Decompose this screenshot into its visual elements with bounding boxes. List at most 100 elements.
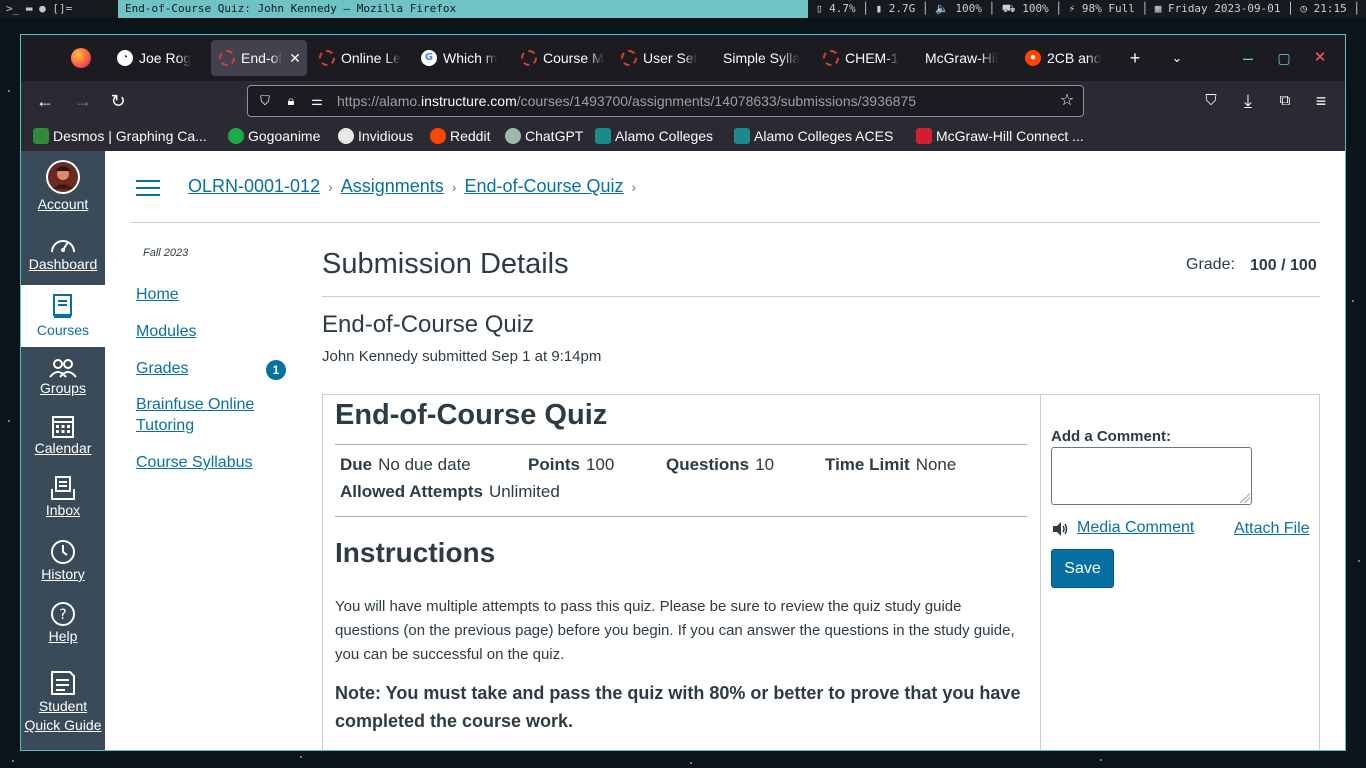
breadcrumb-assignments[interactable]: Assignments: [341, 176, 444, 196]
tab-label: CHEM-1: [845, 50, 899, 66]
tab-joe-rogan[interactable]: ◔ Joe Rog: [109, 40, 207, 76]
bookmark-gogoanime[interactable]: Gogoanime: [228, 121, 320, 151]
grades-badge: 1: [266, 360, 286, 380]
alamo-icon: [595, 128, 611, 144]
url-bar[interactable]: ⛉ 🔒︎ ⚌ https://alamo.instructure.com/cou…: [247, 85, 1084, 117]
tab-chem[interactable]: CHEM-1: [815, 40, 911, 76]
nav-calendar[interactable]: Calendar: [21, 413, 105, 461]
bookmark-chatgpt[interactable]: ChatGPT: [505, 121, 583, 151]
bookmark-alamo-colleges[interactable]: Alamo Colleges: [595, 121, 713, 151]
tab-google-search[interactable]: G Which m: [413, 40, 509, 76]
new-tab-icon[interactable]: +: [1122, 45, 1148, 71]
tab-mcgraw-hill[interactable]: McGraw-Hil: [915, 40, 1011, 76]
bookmark-star-icon[interactable]: ☆: [1058, 92, 1076, 110]
permissions-icon[interactable]: ⚌: [308, 92, 326, 110]
tab-label: Joe Rog: [139, 50, 192, 66]
downloads-icon[interactable]: ⤓: [1234, 87, 1262, 115]
bookmark-reddit[interactable]: Reddit: [430, 121, 490, 151]
pocket-icon[interactable]: ⛉: [1197, 87, 1225, 115]
breadcrumb-quiz[interactable]: End-of-Course Quiz: [464, 176, 623, 196]
tab-reddit[interactable]: ● 2CB and: [1017, 40, 1113, 76]
tab-list-chevron-icon[interactable]: ⌄: [1164, 45, 1190, 71]
bookmark-invidious[interactable]: Invidious: [338, 121, 413, 151]
tab-label: User Set: [643, 50, 698, 66]
firefox-icon[interactable]: [71, 48, 91, 68]
global-navigation: Account Dashboard Courses Groups Calenda…: [21, 151, 105, 750]
comments-panel: Add a Comment: Media Comment Attach File…: [1040, 394, 1320, 750]
header-divider: [130, 222, 1320, 223]
bookmark-desmos[interactable]: Desmos | Graphing Ca...: [33, 121, 207, 151]
nav-inbox[interactable]: Inbox: [21, 475, 105, 523]
tab-end-of-course[interactable]: End-of ✕: [211, 40, 307, 76]
close-window-icon[interactable]: ✕: [1307, 45, 1333, 71]
canvas-icon: [219, 50, 235, 66]
calendar-icon: [52, 416, 74, 438]
tab-label: Simple Sylla: [723, 50, 801, 66]
nav-dashboard[interactable]: Dashboard: [21, 233, 105, 275]
shield-icon[interactable]: ⛉: [256, 92, 274, 110]
bookmark-mcgraw-hill[interactable]: McGraw-Hill Connect ...: [916, 121, 1084, 151]
resize-grip-icon[interactable]: [1240, 493, 1250, 503]
nav-student-quick-guide[interactable]: Student Quick Guide: [21, 667, 105, 739]
active-window-title: End-of-Course Quiz: John Kennedy — Mozil…: [118, 0, 808, 18]
instructions-heading: Instructions: [335, 537, 496, 568]
grade-label: Grade:: [1186, 256, 1235, 273]
course-nav-modules[interactable]: Modules: [136, 321, 286, 342]
canvas-icon: [621, 50, 637, 66]
maximize-icon[interactable]: ▢: [1271, 45, 1297, 71]
minimize-icon[interactable]: –: [1235, 45, 1261, 71]
hamburger-menu-icon[interactable]: [136, 180, 160, 198]
back-icon[interactable]: ←: [31, 87, 59, 115]
help-icon: ?: [51, 602, 75, 626]
close-tab-icon[interactable]: ✕: [287, 40, 303, 76]
nav-groups[interactable]: Groups: [21, 357, 105, 399]
forward-icon[interactable]: →: [69, 87, 97, 115]
nav-account[interactable]: Account: [21, 159, 105, 217]
bookmark-alamo-aces[interactable]: Alamo Colleges ACES: [734, 121, 893, 151]
nav-courses[interactable]: Courses: [21, 285, 105, 347]
attach-file-link[interactable]: Attach File: [1234, 520, 1310, 538]
course-nav-brainfuse[interactable]: Brainfuse Online Tutoring: [136, 394, 286, 436]
workspace-indicators[interactable]: >_ ▬ ● []=: [6, 2, 72, 16]
reload-icon[interactable]: ↻: [104, 87, 132, 115]
nav-help[interactable]: ? Help: [21, 601, 105, 649]
tab-course-modules[interactable]: Course M: [513, 40, 609, 76]
page-title: Submission Details: [322, 248, 569, 280]
svg-text:?: ?: [59, 607, 66, 623]
nav-label: Account: [37, 196, 89, 212]
canvas-icon: [521, 50, 537, 66]
chevron-right-icon: ›: [328, 179, 333, 195]
chatgpt-icon: [505, 128, 521, 144]
breadcrumb-course[interactable]: OLRN-0001-012: [188, 176, 320, 196]
course-nav-grades[interactable]: Grades: [136, 358, 286, 379]
comment-textarea[interactable]: [1051, 447, 1252, 505]
quiz-meta-divider: [335, 516, 1027, 517]
groups-icon: [49, 359, 77, 378]
quiz-time-limit: Time Limit None: [825, 455, 957, 474]
url-text: https://alamo.instructure.com/courses/14…: [337, 93, 917, 109]
nav-history[interactable]: History: [21, 539, 105, 587]
system-status: ▯ 4.7% │ ▮ 2.7G │ 🔈 100% │ ⛟ 100% │ ⚡ 98…: [815, 2, 1360, 15]
term-label: Fall 2023: [143, 247, 189, 259]
system-bar: >_ ▬ ● []= End-of-Course Quiz: John Kenn…: [0, 0, 1366, 18]
canvas-icon: [823, 50, 839, 66]
course-nav-home[interactable]: Home: [136, 284, 286, 305]
menu-icon[interactable]: ≡: [1307, 87, 1335, 115]
lock-icon[interactable]: 🔒︎: [282, 92, 300, 110]
tab-label: Course M: [543, 50, 604, 66]
nav-label: Courses: [36, 322, 90, 338]
save-button[interactable]: Save: [1051, 549, 1114, 588]
tab-simple-syllabus[interactable]: Simple Sylla: [713, 40, 809, 76]
instructions-note: Note: You must take and pass the quiz wi…: [335, 683, 1021, 731]
reddit-icon: [430, 128, 446, 144]
course-nav-syllabus[interactable]: Course Syllabus: [136, 452, 286, 473]
media-comment-link[interactable]: Media Comment: [1077, 519, 1194, 537]
tab-online-learning[interactable]: Online Le: [311, 40, 407, 76]
tab-user-settings[interactable]: User Set: [613, 40, 709, 76]
extensions-icon[interactable]: ⧉: [1271, 87, 1299, 115]
tab-label: Which m: [443, 50, 498, 66]
page-content: Account Dashboard Courses Groups Calenda…: [21, 151, 1345, 750]
navigation-toolbar: ← → ↻ ⛉ 🔒︎ ⚌ https://alamo.instructure.c…: [21, 81, 1345, 121]
nav-label: Groups: [40, 380, 86, 396]
invidious-icon: [338, 128, 354, 144]
